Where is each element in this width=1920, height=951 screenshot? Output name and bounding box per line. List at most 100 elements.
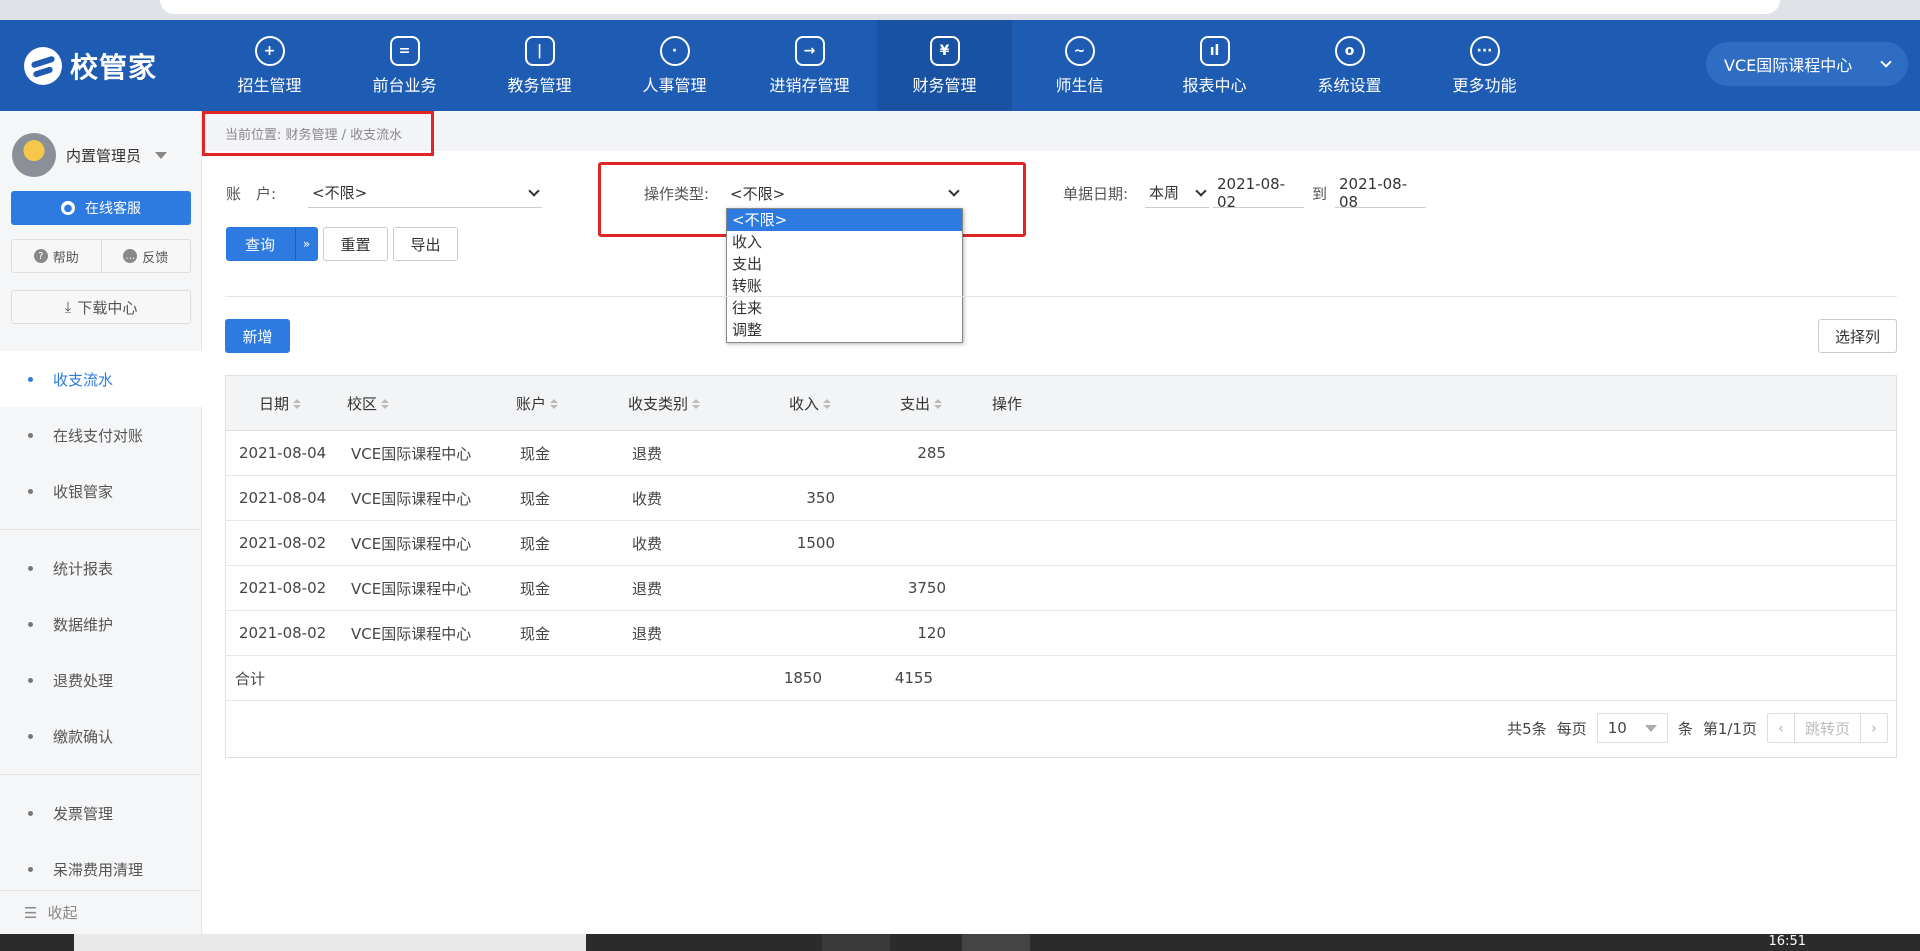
date-to-value: 2021-08-08 — [1339, 174, 1408, 211]
help-feedback-row: ? 帮助 … 反馈 — [11, 239, 191, 273]
taskbar-app-icon[interactable] — [962, 934, 1030, 951]
header-account[interactable]: 账户 — [516, 393, 628, 414]
per-page-select[interactable]: 10 — [1596, 713, 1668, 743]
sidebar-item-refund[interactable]: 退费处理 — [0, 652, 202, 708]
help-button[interactable]: ? 帮助 — [12, 240, 102, 272]
per-page-unit: 条 — [1677, 719, 1693, 738]
nav-item-label: 系统设置 — [1317, 75, 1382, 95]
op-type-option[interactable]: 转账 — [727, 275, 962, 297]
op-type-select[interactable]: <不限> — [726, 178, 962, 208]
nav-item-recruitment[interactable]: + 招生管理 — [202, 20, 337, 111]
table-row[interactable]: 2021-08-04 VCE国际课程中心 现金 退费 285 — [226, 431, 1896, 476]
chevron-down-icon — [1880, 56, 1892, 68]
cell-expense: 3750 — [907, 579, 946, 597]
export-button[interactable]: 导出 — [393, 227, 458, 261]
choose-columns-button[interactable]: 选择列 — [1818, 319, 1897, 353]
add-button[interactable]: 新增 — [225, 319, 290, 353]
yen-house-icon: ¥ — [929, 35, 960, 66]
download-center-button[interactable]: ⤓ 下载中心 — [11, 290, 191, 324]
jump-page-input[interactable]: 跳转页 — [1793, 713, 1861, 743]
nav-item-label: 前台业务 — [372, 75, 437, 95]
nav-item-finance[interactable]: ¥ 财务管理 — [877, 20, 1012, 111]
op-type-option[interactable]: 调整 — [727, 319, 962, 341]
op-type-select-value: <不限> — [730, 184, 786, 203]
sidebar-item-data-maintenance[interactable]: 数据维护 — [0, 596, 202, 652]
nav-item-reports[interactable]: ıl 报表中心 — [1147, 20, 1282, 111]
sidebar-item-invoice[interactable]: 发票管理 — [0, 785, 202, 841]
header-campus[interactable]: 校区 — [347, 393, 516, 414]
sidebar-item-statistics[interactable]: 统计报表 — [0, 540, 202, 596]
sidebar-item-online-payment-reconcile[interactable]: 在线支付对账 — [0, 407, 202, 463]
date-range-select[interactable]: 本周 — [1145, 178, 1209, 208]
op-type-option[interactable]: 收入 — [727, 231, 962, 253]
sort-icon[interactable] — [293, 399, 302, 409]
collapse-sidebar-button[interactable]: ☰ 收起 — [0, 890, 202, 934]
feedback-button[interactable]: … 反馈 — [102, 240, 191, 272]
online-service-button[interactable]: ● 在线客服 — [11, 191, 191, 225]
double-chevron-down-icon[interactable]: » — [295, 228, 317, 260]
nav-item-messages[interactable]: ~ 师生信 — [1012, 20, 1147, 111]
address-bar[interactable] — [160, 0, 1780, 14]
breadcrumb: 当前位置: 财务管理 / 收支流水 — [202, 111, 434, 156]
sidebar-item-cashier[interactable]: 收银管家 — [0, 463, 202, 519]
reset-button[interactable]: 重置 — [323, 227, 388, 261]
date-from-input[interactable]: 2021-08-02 — [1213, 174, 1304, 211]
account-select[interactable]: <不限> — [308, 178, 542, 208]
chat-icon: ~ — [1064, 35, 1095, 66]
nav-item-label: 财务管理 — [912, 75, 977, 95]
sidebar-item-stale-fee-cleanup[interactable]: 呆滞费用清理 — [0, 841, 202, 897]
nav-item-front-desk[interactable]: = 前台业务 — [337, 20, 472, 111]
user-menu[interactable]: 内置管理员 — [12, 133, 168, 177]
op-type-option[interactable]: 支出 — [727, 253, 962, 275]
nav-item-label: 进销存管理 — [769, 75, 850, 95]
screen-icon: = — [389, 35, 420, 66]
campus-select[interactable]: VCE国际课程中心 — [1706, 42, 1908, 86]
op-type-option[interactable]: 往来 — [727, 297, 962, 319]
sidebar-item-income-expense-flow[interactable]: 收支流水 — [0, 351, 202, 407]
taskbar-search[interactable] — [74, 934, 586, 951]
chevron-down-icon — [948, 185, 960, 197]
sort-icon[interactable] — [934, 399, 942, 409]
caret-down-icon — [155, 151, 168, 159]
user-name: 内置管理员 — [66, 146, 142, 165]
header-expense[interactable]: 支出 — [831, 393, 942, 414]
cell-campus: VCE国际课程中心 — [351, 444, 472, 463]
per-page-label: 每页 — [1556, 719, 1587, 738]
breadcrumb-text: 当前位置: 财务管理 / 收支流水 — [225, 128, 403, 143]
query-button[interactable]: 查询 » — [226, 227, 318, 261]
date-to-label: 到 — [1312, 184, 1328, 203]
date-to-input[interactable]: 2021-08-08 — [1335, 174, 1427, 211]
nav-item-label: 招生管理 — [237, 75, 302, 95]
date-range-value: 本周 — [1149, 184, 1180, 202]
nav-item-more[interactable]: ··· 更多功能 — [1417, 20, 1552, 111]
online-service-label: 在线客服 — [85, 201, 141, 217]
table-row[interactable]: 2021-08-04 VCE国际课程中心 现金 收费 350 — [226, 476, 1896, 521]
header-category[interactable]: 收支类别 — [628, 393, 758, 414]
header-income[interactable]: 收入 — [758, 393, 831, 414]
sort-icon[interactable] — [550, 399, 559, 409]
date-from-value: 2021-08-02 — [1217, 174, 1286, 211]
nav-item-settings[interactable]: o 系统设置 — [1282, 20, 1417, 111]
sort-icon[interactable] — [823, 399, 831, 409]
next-page-icon[interactable]: › — [1861, 713, 1887, 743]
table-row[interactable]: 2021-08-02 VCE国际课程中心 现金 退费 120 — [226, 611, 1896, 656]
table-row[interactable]: 2021-08-02 VCE国际课程中心 现金 收费 1500 — [226, 521, 1896, 566]
cell-date: 2021-08-02 — [239, 624, 327, 642]
nav-item-academic[interactable]: | 教务管理 — [472, 20, 607, 111]
app-logo[interactable]: 校管家 — [24, 46, 157, 86]
chevron-down-icon — [528, 184, 540, 197]
op-type-option[interactable]: <不限> — [727, 209, 962, 231]
download-icon: ⤓ — [64, 298, 72, 316]
sort-icon[interactable] — [692, 399, 701, 409]
sidebar-item-payment-confirm[interactable]: 缴款确认 — [0, 708, 202, 764]
taskbar-app-icon[interactable] — [822, 934, 890, 951]
table-row[interactable]: 2021-08-02 VCE国际课程中心 现金 退费 3750 — [226, 566, 1896, 611]
nav-item-hr[interactable]: · 人事管理 — [607, 20, 742, 111]
header-date[interactable]: 日期 — [259, 393, 347, 414]
reset-label: 重置 — [340, 235, 371, 254]
nav-item-inventory[interactable]: → 进销存管理 — [742, 20, 877, 111]
pagination: 共5条 每页 10 条 第1/1页 ‹ 跳转页 › — [1507, 713, 1888, 743]
sort-icon[interactable] — [381, 399, 390, 409]
prev-page-icon[interactable]: ‹ — [1768, 713, 1794, 743]
question-icon: ? — [33, 249, 48, 263]
